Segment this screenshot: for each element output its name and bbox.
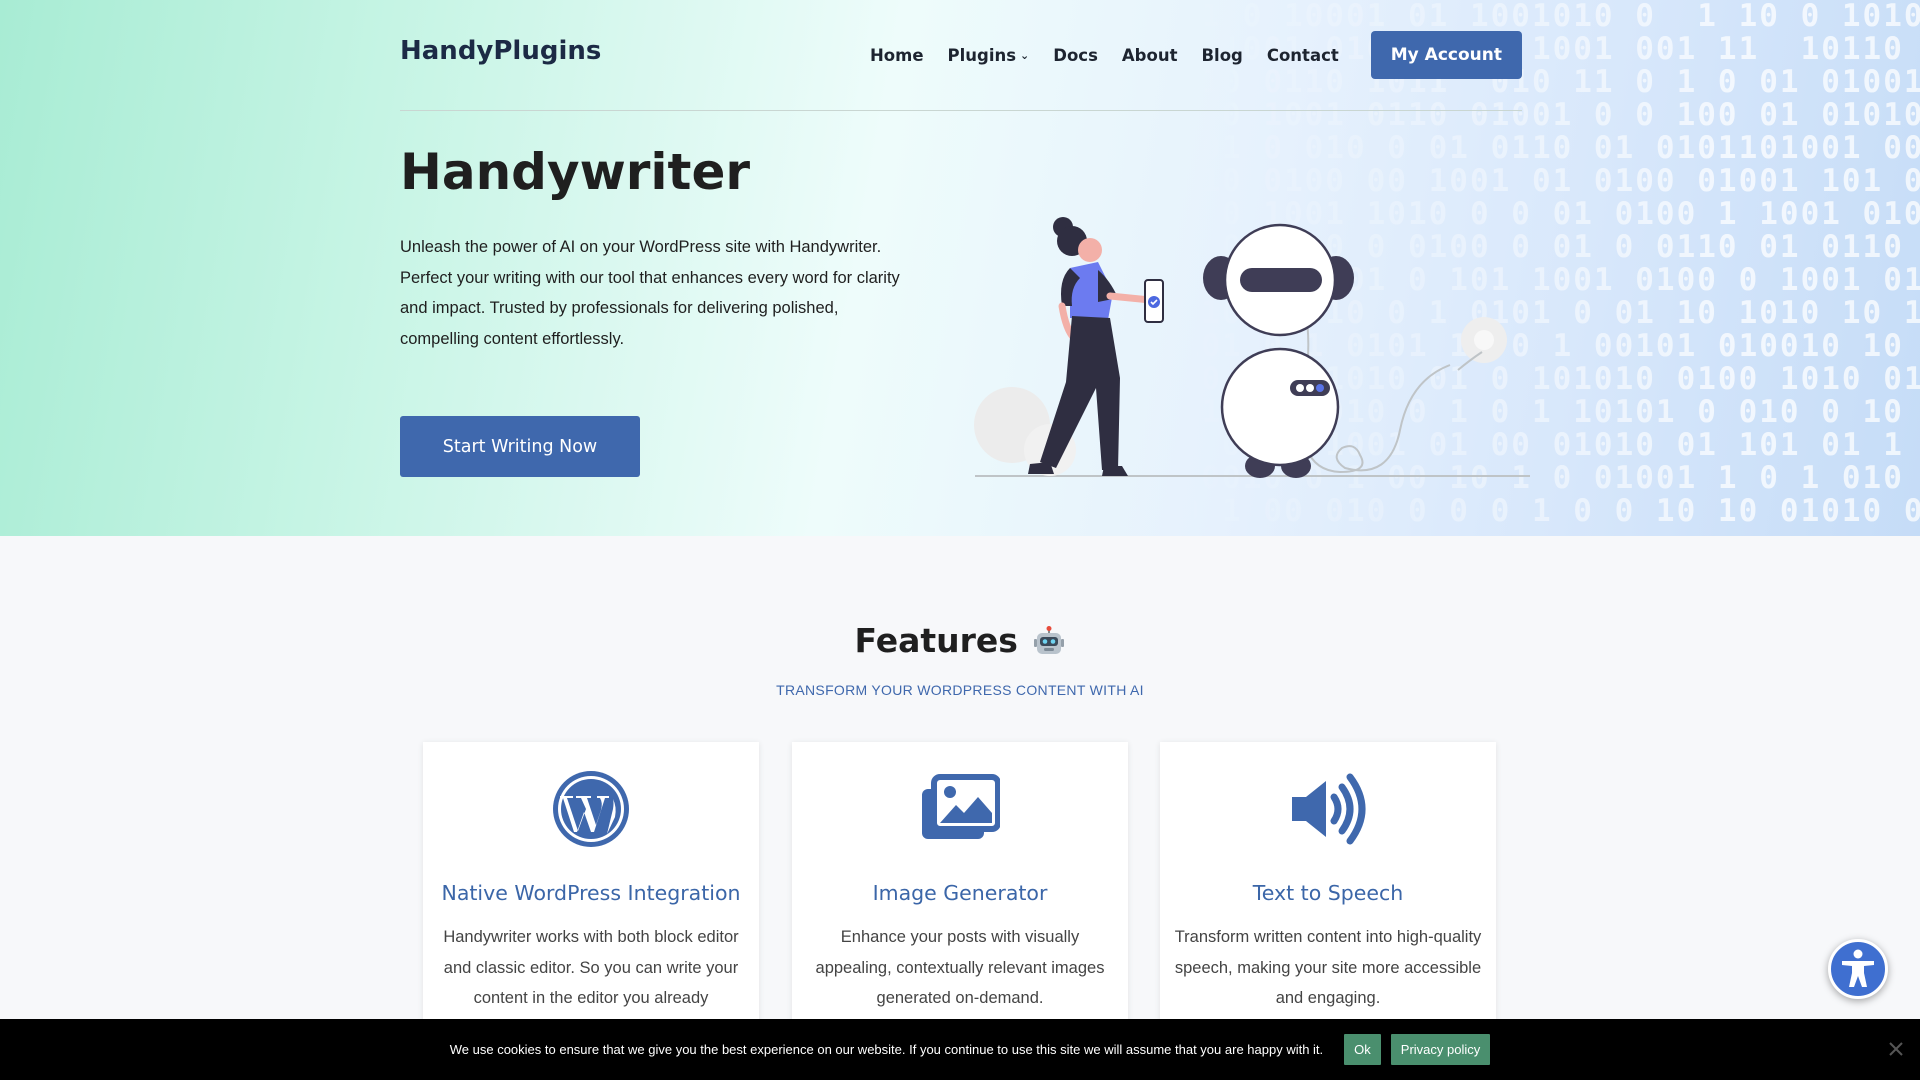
feature-title: Text to Speech xyxy=(1252,881,1404,905)
hero-section: 1 0 10001 01 1001010 0 1 10 0 10101 0 10… xyxy=(0,0,1920,536)
chevron-down-icon: ⌄ xyxy=(1020,48,1030,62)
feature-description: Transform written content into high-qual… xyxy=(1174,928,1482,1007)
feature-description: Enhance your posts with visually appeali… xyxy=(815,928,1105,1007)
features-subtitle: TRANSFORM YOUR WORDPRESS CONTENT WITH AI xyxy=(776,682,1144,698)
nav-about[interactable]: About xyxy=(1122,46,1178,65)
robot-figure xyxy=(1203,223,1507,478)
close-icon[interactable] xyxy=(1886,1039,1906,1059)
robot-emoji-icon xyxy=(1034,626,1065,654)
features-title-text: Features xyxy=(854,621,1018,660)
nav-home[interactable]: Home xyxy=(870,46,924,65)
cookie-text: We use cookies to ensure that we give yo… xyxy=(449,1042,1324,1057)
wordpress-icon xyxy=(553,771,629,847)
nav-about-label: About xyxy=(1121,45,1178,65)
feature-title: Image Generator xyxy=(872,881,1048,905)
feature-card-image-generator: Image Generator Enhance your posts with … xyxy=(792,742,1128,1062)
cookie-bar: We use cookies to ensure that we give yo… xyxy=(0,1019,1920,1080)
speaker-icon xyxy=(1292,773,1366,845)
nav-contact-label: Contact xyxy=(1266,45,1339,65)
nav-plugins[interactable]: Plugins ⌄ xyxy=(948,46,1030,65)
nav-docs[interactable]: Docs xyxy=(1053,46,1098,65)
nav-docs-label: Docs xyxy=(1053,45,1098,65)
features-heading: Features xyxy=(0,621,1920,660)
accessibility-button[interactable] xyxy=(1828,939,1888,999)
site-header: HandyPlugins Home Plugins ⌄ Docs About Bl… xyxy=(400,0,1522,111)
hero-description: Unleash the power of AI on your WordPres… xyxy=(400,238,900,348)
my-account-button[interactable]: My Account xyxy=(1370,31,1522,79)
feature-card-wordpress: Native WordPress Integration Handywriter… xyxy=(423,742,759,1062)
main-nav: Home Plugins ⌄ Docs About Blog Contact My… xyxy=(846,31,1522,79)
nav-blog[interactable]: Blog xyxy=(1201,46,1242,65)
start-writing-button[interactable]: Start Writing Now xyxy=(400,416,640,477)
feature-card-text-to-speech: Text to Speech Transform written content… xyxy=(1160,742,1496,1062)
woman-and-robot-illustration xyxy=(974,217,1530,478)
nav-contact[interactable]: Contact xyxy=(1267,46,1339,65)
cookie-ok-button[interactable]: Ok xyxy=(1344,1034,1381,1065)
nav-blog-label: Blog xyxy=(1201,45,1243,65)
feature-description: Handywriter works with both block editor… xyxy=(443,928,739,1007)
image-icon xyxy=(922,774,1000,839)
site-logo[interactable]: HandyPlugins xyxy=(400,36,601,66)
privacy-policy-button[interactable]: Privacy policy xyxy=(1390,1034,1491,1065)
feature-title: Native WordPress Integration xyxy=(441,881,741,905)
woman-figure xyxy=(1028,217,1164,476)
nav-plugins-label: Plugins xyxy=(947,45,1017,65)
nav-home-label: Home xyxy=(869,45,924,65)
page-title: Handywriter xyxy=(400,143,751,201)
accessibility-icon xyxy=(1842,949,1874,987)
